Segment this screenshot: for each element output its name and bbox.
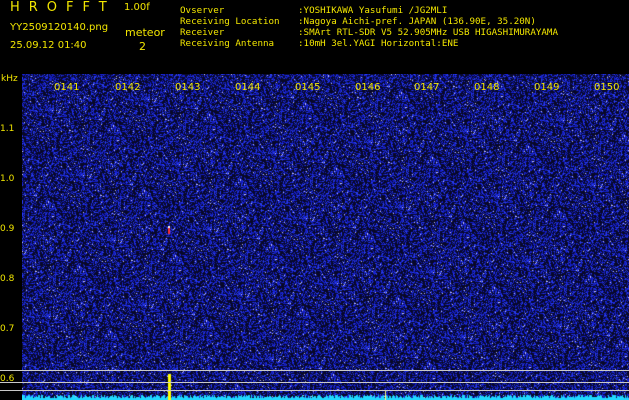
- info-value: :Nagoya Aichi-pref. JAPAN (136.90E, 35.2…: [298, 16, 536, 27]
- info-row-location: Receiving Location :Nagoya Aichi-pref. JA…: [180, 16, 558, 27]
- meteor-label: meteor: [125, 26, 165, 39]
- y-tick: 0.7: [0, 324, 15, 334]
- marker-line-lower: [0, 390, 629, 391]
- meteor-count: 2: [139, 40, 146, 53]
- x-tick: 0145: [295, 82, 321, 93]
- version-label: 1.00f: [124, 2, 150, 13]
- info-key: Receiving Antenna: [180, 38, 275, 49]
- x-tick: 0147: [414, 82, 440, 93]
- info-key: Receiver: [180, 27, 225, 38]
- x-tick: 0149: [534, 82, 560, 93]
- info-row-receiver: Receiver :SMArt RTL-SDR V5 52.905MHz USB …: [180, 27, 558, 38]
- info-row-antenna: Receiving Antenna :10mH 3el.YAGI Horizont…: [180, 38, 558, 49]
- info-key: Receiving Location: [180, 16, 280, 27]
- marker-line-upper: [0, 370, 629, 371]
- info-key: Ovserver: [180, 5, 225, 16]
- x-tick: 0146: [355, 82, 381, 93]
- info-value: :YOSHIKAWA Yasufumi /JG2MLI: [298, 5, 448, 16]
- waterfall-canvas: [22, 74, 629, 400]
- y-tick: 0.8: [0, 274, 15, 284]
- x-tick: 0150: [594, 82, 620, 93]
- x-tick: 0143: [175, 82, 201, 93]
- y-tick: 1.1: [0, 124, 15, 134]
- filename-label: YY2509120140.png: [10, 22, 109, 33]
- spectrogram-waterfall: [22, 74, 629, 400]
- info-value: :10mH 3el.YAGI Horizontal:ENE: [298, 38, 459, 49]
- info-value: :SMArt RTL-SDR V5 52.905MHz USB HIGASHIM…: [298, 27, 558, 38]
- app-title: HROFFT: [10, 0, 116, 15]
- x-tick: 0144: [235, 82, 261, 93]
- datetime-label: 25.09.12 01:40: [10, 40, 87, 51]
- station-info: Ovserver :YOSHIKAWA Yasufumi /JG2MLI Rece…: [180, 5, 558, 49]
- y-axis-unit: kHz: [1, 74, 18, 84]
- header-panel: HROFFT 1.00f YY2509120140.png 25.09.12 0…: [0, 0, 629, 74]
- info-row-observer: Ovserver :YOSHIKAWA Yasufumi /JG2MLI: [180, 5, 558, 16]
- y-tick: 1.0: [0, 174, 15, 184]
- x-tick: 0141: [54, 82, 80, 93]
- x-tick: 0142: [115, 82, 141, 93]
- y-tick: 0.9: [0, 224, 15, 234]
- marker-line-middle: [0, 382, 629, 383]
- x-tick: 0148: [474, 82, 500, 93]
